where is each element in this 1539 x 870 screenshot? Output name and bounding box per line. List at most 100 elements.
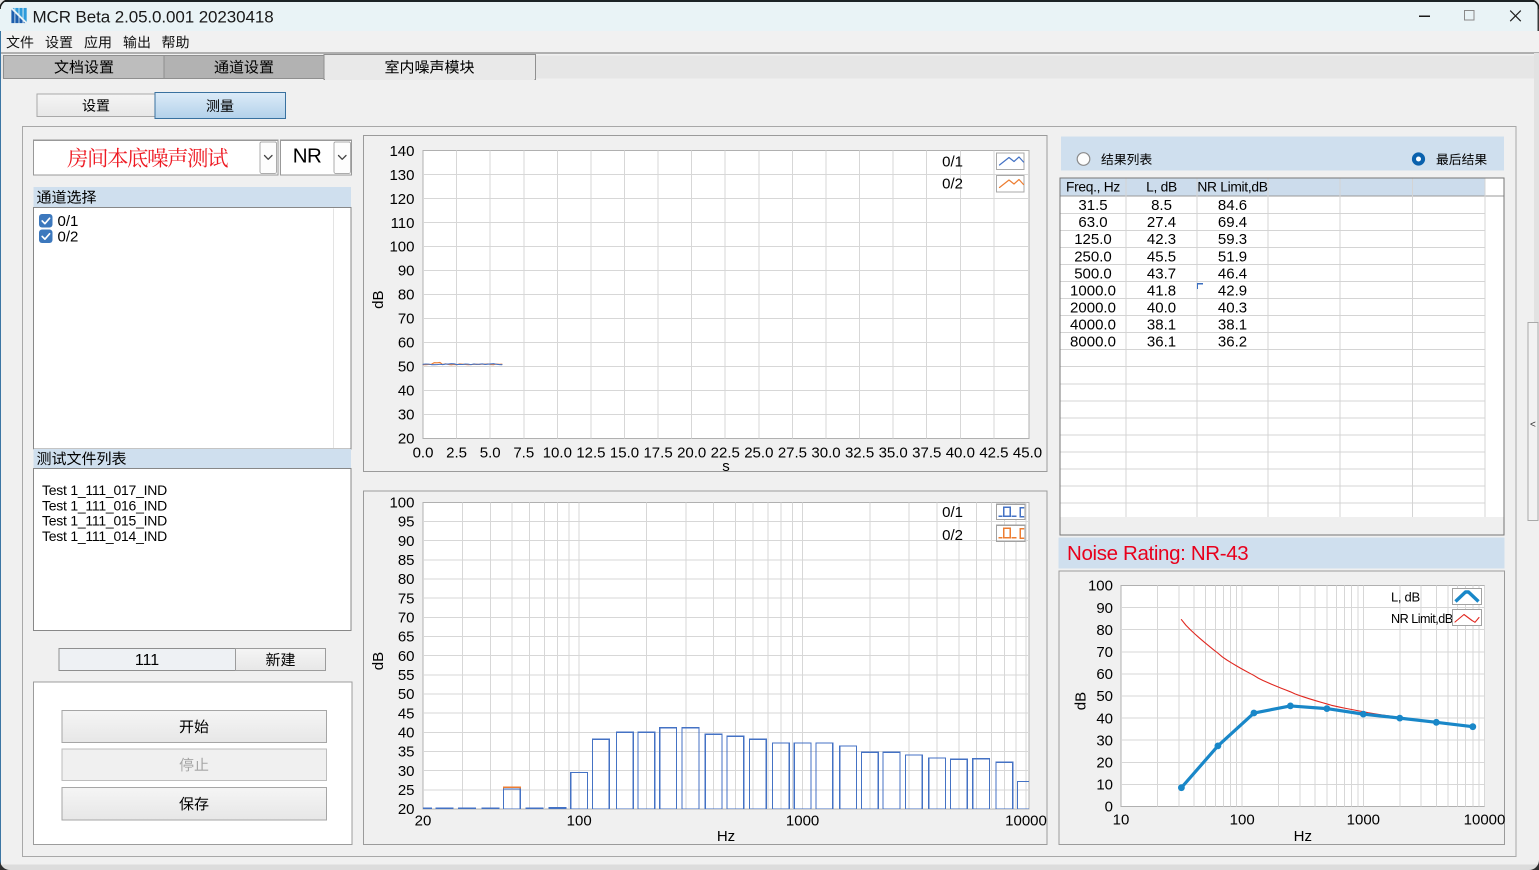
svg-text:0/1: 0/1	[942, 153, 963, 170]
svg-text:140: 140	[389, 143, 414, 160]
svg-text:70: 70	[398, 610, 415, 627]
svg-text:42.3: 42.3	[1147, 231, 1176, 248]
svg-text:35: 35	[398, 744, 415, 761]
svg-text:L, dB: L, dB	[1391, 589, 1420, 604]
svg-text:20: 20	[398, 801, 415, 818]
svg-text:40.0: 40.0	[1147, 299, 1176, 316]
svg-text:12.5: 12.5	[576, 444, 605, 461]
svg-text:50: 50	[1096, 688, 1113, 705]
svg-text:50: 50	[398, 359, 415, 376]
svg-text:4000.0: 4000.0	[1070, 316, 1116, 333]
svg-text:84.6: 84.6	[1218, 197, 1247, 214]
svg-text:100: 100	[1230, 812, 1255, 829]
svg-text:<: <	[1530, 420, 1536, 431]
svg-text:80: 80	[398, 287, 415, 304]
svg-text:60: 60	[1096, 666, 1113, 683]
svg-text:38.1: 38.1	[1218, 316, 1247, 333]
svg-text:35.0: 35.0	[879, 444, 908, 461]
svg-text:41.8: 41.8	[1147, 282, 1176, 299]
svg-text:40.3: 40.3	[1218, 299, 1247, 316]
svg-text:1000: 1000	[1347, 812, 1380, 829]
svg-text:17.5: 17.5	[643, 444, 672, 461]
svg-text:30: 30	[398, 407, 415, 424]
svg-text:8000.0: 8000.0	[1070, 334, 1116, 351]
svg-text:80: 80	[398, 571, 415, 588]
svg-text:100: 100	[389, 239, 414, 256]
svg-text:36.1: 36.1	[1147, 334, 1176, 351]
svg-text:20.0: 20.0	[677, 444, 706, 461]
svg-text:100: 100	[389, 495, 414, 512]
svg-text:40.0: 40.0	[946, 444, 975, 461]
svg-text:2000.0: 2000.0	[1070, 299, 1116, 316]
svg-text:100: 100	[1088, 578, 1113, 595]
svg-text:15.0: 15.0	[610, 444, 639, 461]
svg-text:10000: 10000	[1464, 812, 1506, 829]
svg-text:45: 45	[398, 705, 415, 722]
svg-text:1000.0: 1000.0	[1070, 282, 1116, 299]
svg-text:dB: dB	[1073, 692, 1090, 710]
svg-text:63.0: 63.0	[1078, 214, 1107, 231]
svg-text:130: 130	[389, 167, 414, 184]
svg-text:Hz: Hz	[1294, 828, 1312, 845]
svg-text:69.4: 69.4	[1218, 214, 1247, 231]
svg-text:38.1: 38.1	[1147, 316, 1176, 333]
svg-text:7.5: 7.5	[513, 444, 534, 461]
svg-text:25.0: 25.0	[744, 444, 773, 461]
svg-text:60: 60	[398, 648, 415, 665]
svg-text:20: 20	[415, 812, 432, 829]
svg-text:40: 40	[1096, 710, 1113, 727]
svg-text:NR Limit,dB: NR Limit,dB	[1391, 612, 1453, 626]
svg-text:1000: 1000	[786, 812, 819, 829]
svg-text:60: 60	[398, 335, 415, 352]
svg-text:250.0: 250.0	[1074, 248, 1112, 265]
svg-text:110: 110	[391, 215, 415, 232]
svg-text:Test 1_111_014_IND: Test 1_111_014_IND	[42, 528, 167, 544]
svg-text:0/1: 0/1	[942, 504, 963, 521]
svg-text:120: 120	[389, 191, 414, 208]
svg-text:10: 10	[1096, 777, 1113, 794]
svg-text:8.5: 8.5	[1151, 197, 1172, 214]
svg-text:90: 90	[398, 263, 415, 280]
svg-text:30.0: 30.0	[811, 444, 840, 461]
svg-text:95: 95	[398, 514, 415, 531]
svg-text:Noise Rating: NR-43: Noise Rating: NR-43	[1067, 542, 1248, 565]
svg-text:dB: dB	[370, 652, 387, 670]
svg-text:MCR Beta 2.05.0.001 20230418: MCR Beta 2.05.0.001 20230418	[33, 8, 274, 27]
svg-text:45.5: 45.5	[1147, 248, 1176, 265]
svg-text:Test 1_111_017_IND: Test 1_111_017_IND	[42, 482, 167, 498]
svg-text:Freq., Hz: Freq., Hz	[1066, 179, 1120, 194]
svg-text:100: 100	[567, 812, 592, 829]
svg-text:59.3: 59.3	[1218, 231, 1247, 248]
svg-text:10: 10	[1113, 812, 1130, 829]
svg-text:27.4: 27.4	[1147, 214, 1176, 231]
svg-text:30: 30	[398, 763, 415, 780]
svg-text:20: 20	[1096, 755, 1113, 772]
svg-text:42.5: 42.5	[979, 444, 1008, 461]
svg-text:80: 80	[1096, 622, 1113, 639]
svg-text:27.5: 27.5	[778, 444, 807, 461]
svg-text:500.0: 500.0	[1074, 265, 1112, 282]
svg-text:0/2: 0/2	[942, 527, 963, 544]
svg-text:25: 25	[398, 782, 415, 799]
svg-text:43.7: 43.7	[1147, 265, 1176, 282]
svg-text:40: 40	[398, 725, 415, 742]
svg-text:NR Limit,dB: NR Limit,dB	[1197, 179, 1267, 194]
svg-text:NR: NR	[293, 144, 322, 167]
svg-text:Test 1_111_015_IND: Test 1_111_015_IND	[42, 513, 167, 529]
svg-text:75: 75	[398, 590, 415, 607]
svg-text:46.4: 46.4	[1218, 265, 1247, 282]
svg-text:s: s	[722, 458, 730, 475]
svg-text:70: 70	[1096, 644, 1113, 661]
svg-text:90: 90	[398, 533, 415, 550]
svg-text:50: 50	[398, 686, 415, 703]
svg-text:111: 111	[135, 652, 159, 669]
svg-text:51.9: 51.9	[1218, 248, 1247, 265]
svg-text:30: 30	[1096, 732, 1113, 749]
svg-text:2.5: 2.5	[446, 444, 467, 461]
svg-text:10000: 10000	[1005, 812, 1047, 829]
svg-text:55: 55	[398, 667, 415, 684]
svg-text:125.0: 125.0	[1074, 231, 1112, 248]
svg-text:L, dB: L, dB	[1146, 179, 1177, 194]
svg-text:Test 1_111_016_IND: Test 1_111_016_IND	[42, 497, 167, 513]
svg-text:40: 40	[398, 383, 415, 400]
